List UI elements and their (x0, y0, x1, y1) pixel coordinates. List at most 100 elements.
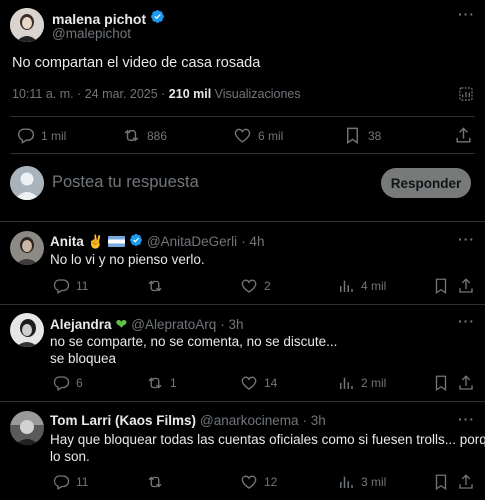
like-action[interactable]: 14 (240, 374, 277, 392)
like-action[interactable]: 6 mil (233, 126, 283, 145)
like-action[interactable]: 12 (240, 473, 277, 491)
share-icon (459, 278, 473, 293)
reply-action[interactable]: 11 (52, 277, 88, 295)
current-user-avatar[interactable] (10, 166, 44, 200)
reply-author-handle[interactable]: @anarkocinema (200, 413, 299, 428)
reply-time[interactable]: · 4h (241, 234, 264, 249)
divider (10, 116, 475, 117)
heart-icon (241, 376, 257, 390)
divider (0, 304, 485, 305)
reply-icon (17, 128, 35, 144)
like-count: 2 (264, 279, 271, 293)
heart-icon (234, 128, 251, 143)
reply-time[interactable]: · 3h (220, 317, 243, 332)
views-action[interactable]: 3 mil (337, 473, 386, 491)
bookmark-icon (435, 474, 447, 491)
reply-text-line: lo son. (50, 449, 90, 464)
repost-count: 1 (170, 376, 177, 390)
reply-input[interactable]: Postea tu respuesta (52, 173, 362, 192)
heart-icon (241, 279, 257, 293)
post-meta: 10:11 a. m. · 24 mar. 2025 · 210 mil Vis… (12, 87, 301, 101)
reply-avatar[interactable] (10, 411, 44, 445)
bookmark-icon (435, 375, 447, 392)
reply-author-name[interactable]: Anita (50, 234, 84, 249)
more-options-icon[interactable]: ··· (458, 231, 475, 247)
views-count: 2 mil (361, 376, 387, 390)
share-action[interactable] (454, 126, 473, 145)
reply-count: 1 mil (41, 128, 67, 143)
reply-author-handle[interactable]: @AlepratoArq (131, 317, 216, 332)
divider (0, 401, 485, 402)
bookmark-icon (347, 127, 358, 144)
reply-author-name[interactable]: Tom Larri (Kaos Films) (50, 413, 196, 428)
repost-action[interactable] (146, 277, 170, 295)
reply-count: 11 (76, 475, 89, 489)
reply-text-line: no se comparte, no se comenta, no se dis… (50, 334, 338, 349)
reply-action[interactable]: 6 (52, 374, 83, 392)
reply-time[interactable]: · 3h (303, 413, 326, 428)
reply-header: Alejandra ❤ @AlepratoArq · 3h (50, 316, 244, 333)
argentina-flag-icon (107, 236, 125, 247)
views-count: 210 mil (168, 87, 212, 101)
author-handle[interactable]: @malepichot (52, 26, 131, 41)
more-options-icon[interactable]: ··· (458, 411, 475, 427)
share-icon (459, 375, 473, 390)
reply-avatar[interactable] (10, 313, 44, 347)
reply-header: Tom Larri (Kaos Films) @anarkocinema · 3… (50, 413, 326, 428)
divider (0, 221, 485, 222)
more-options-icon[interactable]: ··· (458, 6, 475, 22)
reply-text: No lo vi y no pienso verlo. (50, 252, 205, 267)
bookmark-action[interactable] (432, 277, 450, 295)
share-icon (456, 127, 471, 143)
bookmark-action[interactable] (432, 374, 450, 392)
like-count: 6 mil (258, 128, 284, 143)
share-action[interactable] (457, 473, 475, 491)
author-name[interactable]: malena pichot (52, 11, 146, 27)
views-count: 3 mil (361, 475, 387, 489)
reply-count: 11 (76, 279, 89, 293)
repost-action[interactable] (146, 473, 170, 491)
reply-icon (53, 279, 70, 294)
share-action[interactable] (457, 277, 475, 295)
bookmark-action[interactable]: 38 (343, 126, 381, 145)
views-label: Visualizaciones (211, 87, 301, 101)
bookmark-icon (435, 278, 447, 295)
verified-badge-icon (129, 233, 143, 250)
like-action[interactable]: 2 (240, 277, 271, 295)
reply-author-handle[interactable]: @AnitaDeGerli (147, 234, 237, 249)
post-timestamp[interactable]: 10:11 a. m. · 24 mar. 2025 · (12, 87, 169, 101)
verified-badge-icon (150, 9, 165, 29)
views-action[interactable]: 2 mil (337, 374, 386, 392)
author-avatar[interactable] (10, 8, 44, 42)
reply-submit-button[interactable]: Responder (381, 168, 471, 198)
reply-header: Anita ✌ @AnitaDeGerli · 4h (50, 233, 264, 250)
bookmark-count: 38 (368, 128, 382, 143)
bookmark-action[interactable] (432, 473, 450, 491)
like-count: 14 (264, 376, 278, 390)
views-chart-icon (340, 280, 353, 292)
reply-avatar[interactable] (10, 231, 44, 265)
more-options-icon[interactable]: ··· (458, 313, 475, 329)
repost-action[interactable]: 1 (146, 374, 177, 392)
reply-action[interactable]: 1 mil (16, 126, 66, 145)
reply-icon (53, 376, 70, 391)
views-chart-icon (340, 476, 353, 488)
reply-count: 6 (76, 376, 83, 390)
repost-count: 886 (147, 128, 168, 143)
victory-hand-emoji-icon: ✌ (87, 233, 104, 249)
repost-action[interactable]: 886 (122, 126, 167, 145)
repost-icon (124, 129, 139, 142)
green-heart-emoji-icon: ❤ (115, 316, 128, 332)
repost-icon (148, 377, 162, 389)
divider (10, 153, 475, 154)
reply-author-name[interactable]: Alejandra (50, 317, 112, 332)
views-action[interactable]: 4 mil (337, 277, 386, 295)
reply-action[interactable]: 11 (52, 473, 88, 491)
reply-submit-label: Responder (390, 175, 462, 191)
views-count: 4 mil (361, 279, 387, 293)
post-text: No compartan el video de casa rosada (12, 55, 261, 71)
view-analytics-icon[interactable] (458, 86, 474, 107)
reply-text-line: se bloquea (50, 351, 117, 366)
share-action[interactable] (457, 374, 475, 392)
views-chart-icon (340, 377, 353, 389)
